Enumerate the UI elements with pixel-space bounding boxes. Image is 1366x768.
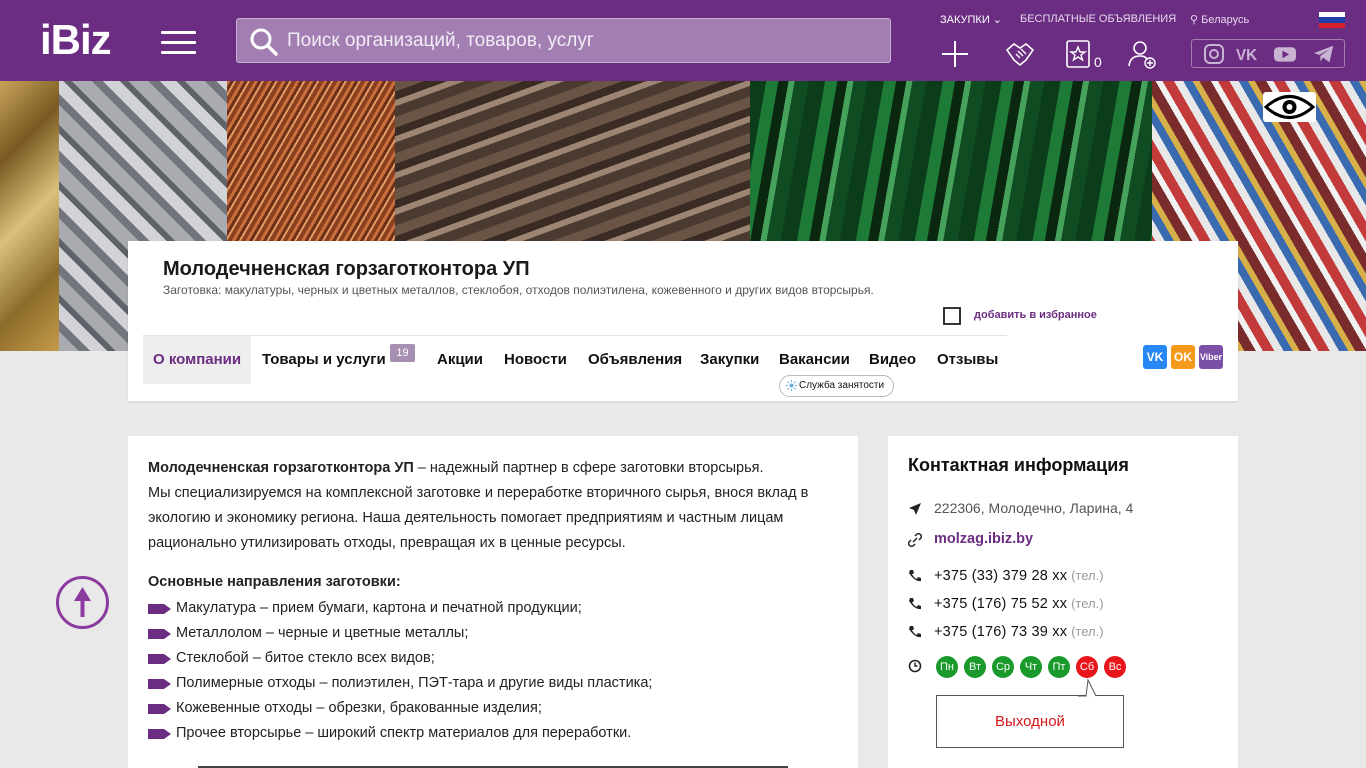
tag-icon <box>148 654 171 664</box>
tab-about[interactable]: О компании <box>143 336 252 384</box>
youtube-icon[interactable] <box>1274 44 1296 64</box>
tag-icon <box>148 729 171 739</box>
link-icon <box>908 533 922 547</box>
contacts-section: Контактная информация 222306, Молодечно,… <box>888 436 1238 768</box>
share-vk-button[interactable]: VK <box>1143 345 1167 369</box>
contacts-title: Контактная информация <box>908 455 1129 475</box>
phone-icon <box>909 570 921 582</box>
telegram-icon[interactable] <box>1313 44 1335 64</box>
handshake-icon[interactable] <box>1004 38 1036 70</box>
social-links: VK <box>1191 39 1345 68</box>
scroll-up-button[interactable] <box>56 576 109 629</box>
list-item: Прочее вторсырье – широкий спектр матери… <box>148 721 652 746</box>
list-item: Кожевенные отходы – обрезки, бракованные… <box>148 696 652 721</box>
day-monday[interactable]: Пн <box>936 656 958 678</box>
add-favorite-label[interactable]: добавить в избранное <box>974 309 1097 321</box>
list-item: Стеклобой – битое стекло всех видов; <box>148 646 652 671</box>
day-sunday[interactable]: Вс <box>1104 656 1126 678</box>
nav-purchases[interactable]: ЗАКУПКИ ⌄ <box>940 13 1002 26</box>
day-thursday[interactable]: Чт <box>1020 656 1042 678</box>
chevron-down-icon: ⌄ <box>992 14 1003 26</box>
list-item: Полимерные отходы – полиэтилен, ПЭТ-тара… <box>148 671 652 696</box>
directions-title: Основные направления заготовки: <box>148 574 401 590</box>
tab-news[interactable]: Новости <box>504 336 567 384</box>
map-pin-icon: ⚲ <box>1190 14 1199 26</box>
star-icon[interactable] <box>1062 38 1094 70</box>
company-subtitle: Заготовка: макулатуры, черных и цветных … <box>163 283 874 297</box>
search-bar[interactable] <box>236 18 891 63</box>
location-selector[interactable]: ⚲ Беларусь <box>1190 13 1249 26</box>
tag-icon <box>148 679 171 689</box>
add-icon[interactable] <box>939 38 971 70</box>
search-input[interactable] <box>287 19 877 62</box>
nav-free-ads[interactable]: БЕСПЛАТНЫЕ ОБЪЯВЛЕНИЯ <box>1020 13 1176 25</box>
tab-reviews[interactable]: Отзывы <box>937 336 998 384</box>
day-tuesday[interactable]: Вт <box>964 656 986 678</box>
share-viber-button[interactable]: Viber <box>1199 345 1223 369</box>
company-title: Молодечненская горзаготконтора УП <box>163 258 530 280</box>
instagram-icon[interactable] <box>1203 44 1225 64</box>
popup-pointer <box>1078 678 1097 697</box>
share-ok-button[interactable]: OK <box>1171 345 1195 369</box>
tag-icon <box>148 704 171 714</box>
tab-products[interactable]: Товары и услуги <box>262 336 386 384</box>
phone-icon <box>909 598 921 610</box>
tab-purchases[interactable]: Закупки <box>700 336 759 384</box>
website-link[interactable]: molzag.ibiz.by <box>934 531 1033 547</box>
tab-ads[interactable]: Объявления <box>588 336 682 384</box>
list-item: Металлолом – черные и цветные металлы; <box>148 621 652 646</box>
phone-type: (тел.) <box>1071 568 1104 583</box>
products-count-badge: 19 <box>390 344 415 362</box>
day-wednesday[interactable]: Ср <box>992 656 1014 678</box>
day-saturday[interactable]: Сб <box>1076 656 1098 678</box>
top-header: iBiz ЗАКУПКИ ⌄ БЕСПЛАТНЫЕ ОБЪЯВЛЕНИЯ ⚲ Б… <box>0 0 1366 81</box>
add-favorite-checkbox[interactable] <box>943 307 961 325</box>
phone-icon <box>909 626 921 638</box>
clock-icon <box>908 659 922 673</box>
about-intro: Молодечненская горзаготконтора УП – наде… <box>148 460 809 551</box>
site-logo[interactable]: iBiz <box>40 18 112 62</box>
directions-list: Макулатура – прием бумаги, картона и печ… <box>148 596 652 746</box>
vk-icon[interactable]: VK <box>1236 44 1258 64</box>
search-icon[interactable] <box>249 27 279 57</box>
location-arrow-icon <box>909 503 921 515</box>
phone-number[interactable]: +375 (176) 75 52 хх <box>934 596 1067 612</box>
svg-text:VK: VK <box>1236 47 1257 64</box>
phone-type: (тел.) <box>1071 596 1104 611</box>
day-friday[interactable]: Пт <box>1048 656 1070 678</box>
phone-number[interactable]: +375 (176) 73 39 хх <box>934 624 1067 640</box>
employment-service-badge[interactable]: Служба занятости <box>779 375 895 397</box>
tag-icon <box>148 604 171 614</box>
tab-promotions[interactable]: Акции <box>437 336 483 384</box>
favorites-count: 0 <box>1094 54 1102 70</box>
language-flag-icon[interactable] <box>1319 12 1345 28</box>
arrow-up-icon <box>74 587 91 617</box>
sun-icon <box>786 380 797 391</box>
phone-type: (тел.) <box>1071 624 1104 639</box>
accessibility-eye-icon[interactable] <box>1263 92 1316 122</box>
about-section: Молодечненская горзаготконтора УП – наде… <box>128 436 858 768</box>
phone-number[interactable]: +375 (33) 379 28 хх <box>934 568 1067 584</box>
address-text: 222306, Молодечно, Ларина, 4 <box>934 500 1134 516</box>
add-user-icon[interactable] <box>1126 38 1158 70</box>
day-status-popup: Выходной <box>936 695 1124 748</box>
menu-icon[interactable] <box>161 31 196 54</box>
company-card: Молодечненская горзаготконтора УП Загото… <box>128 241 1238 401</box>
list-item: Макулатура – прием бумаги, картона и печ… <box>148 596 652 621</box>
tag-icon <box>148 629 171 639</box>
